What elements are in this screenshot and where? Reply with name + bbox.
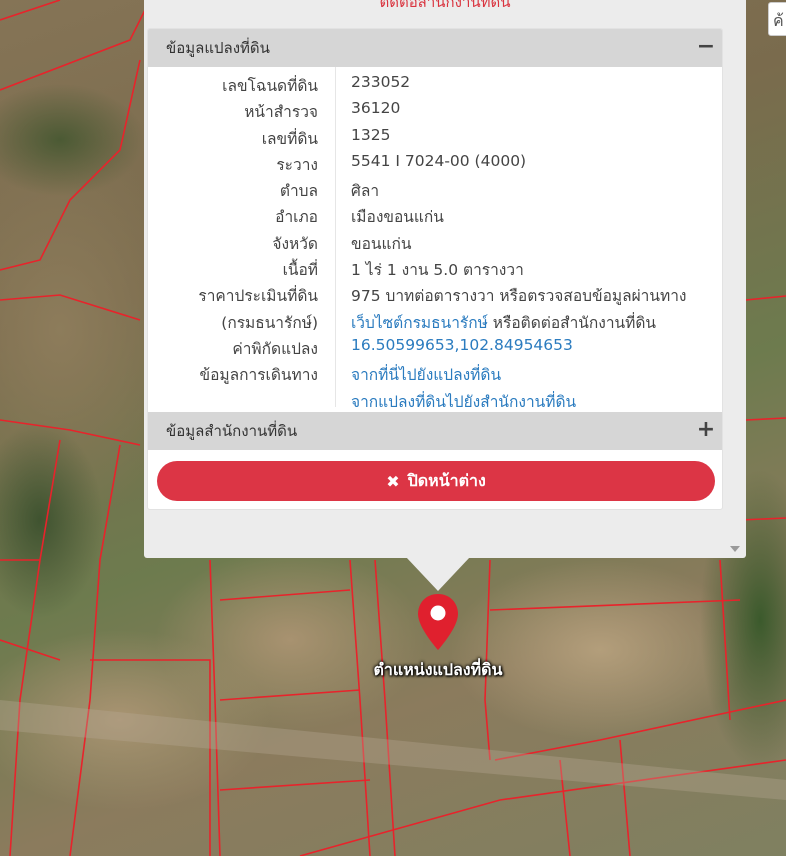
row-label: (กรมธนารักษ์) (221, 313, 318, 332)
row-link[interactable]: 16.50599653,102.84954653 (351, 336, 573, 354)
row-value: 1 ไร่ 1 งาน 5.0 ตารางวา (351, 261, 524, 280)
row-value: เมืองขอนแก่น (351, 208, 444, 227)
search-input-stub[interactable]: ค้ (768, 2, 786, 36)
row-label: ระวาง (276, 155, 318, 174)
close-window-label: ปิดหน้าต่าง (407, 470, 486, 490)
parcel-info-popup: ติดต่อสำนักงานที่ดิน ข้อมูลแปลงที่ดิน − … (144, 0, 746, 558)
row-label: อำเภอ (275, 208, 318, 227)
row-link[interactable]: จากแปลงที่ดินไปยังสำนักงานที่ดิน (351, 393, 576, 411)
row-value: เว็บไซต์กรมธนารักษ์ หรือติดต่อสำนักงานที… (351, 310, 656, 335)
table-row: หน้าสำรวจ 36120 (148, 98, 722, 124)
row-value: 5541 I 7024-00 (4000) (351, 151, 527, 170)
table-row: ข้อมูลการเดินทาง จากที่นี่ไปยังแปลงที่ดิน (148, 361, 722, 387)
section-header-parcel-info[interactable]: ข้อมูลแปลงที่ดิน − (148, 29, 722, 67)
close-icon: ✖ (386, 471, 400, 491)
collapse-icon[interactable]: − (696, 35, 716, 59)
parcel-info-panel: ข้อมูลแปลงที่ดิน − เลขโฉนดที่ดิน 233052 หน… (147, 28, 723, 510)
row-value: 975 บาทต่อตารางวา หรือตรวจสอบข้อมูลผ่านท… (351, 287, 687, 306)
table-row: จากแปลงที่ดินไปยังสำนักงานที่ดิน (148, 388, 722, 414)
row-label: เลขที่ดิน (261, 129, 318, 148)
row-label: หน้าสำรวจ (244, 103, 318, 122)
row-label: ราคาประเมินที่ดิน (198, 287, 318, 306)
table-row: ค่าพิกัดแปลง 16.50599653,102.84954653 (148, 335, 722, 361)
row-value: 16.50599653,102.84954653 (351, 336, 573, 354)
row-label: เนื้อที่ (282, 261, 318, 280)
popup-top-link[interactable]: ติดต่อสำนักงานที่ดิน (144, 0, 746, 14)
section-header-land-office[interactable]: ข้อมูลสำนักงานที่ดิน + (148, 412, 722, 450)
table-row: ราคาประเมินที่ดิน 975 บาทต่อตารางวา หรือต… (148, 282, 722, 308)
row-value: 233052 (351, 73, 411, 91)
expand-icon[interactable]: + (696, 418, 716, 442)
row-value: จากแปลงที่ดินไปยังสำนักงานที่ดิน (351, 389, 576, 414)
table-row: ตำบล ศิลา (148, 177, 722, 203)
row-link[interactable]: จากที่นี่ไปยังแปลงที่ดิน (351, 366, 501, 384)
table-row: เลขที่ดิน 1325 (148, 125, 722, 151)
table-row: อำเภอ เมืองขอนแก่น (148, 203, 722, 229)
row-value: 36120 (351, 99, 401, 118)
close-window-button[interactable]: ✖ ปิดหน้าต่าง (157, 461, 715, 501)
parcel-info-table: เลขโฉนดที่ดิน 233052 หน้าสำรวจ 36120 เลขที่ด… (148, 72, 722, 414)
table-row: ระวาง 5541 I 7024-00 (4000) (148, 151, 722, 177)
row-link[interactable]: เว็บไซต์กรมธนารักษ์ (351, 314, 488, 332)
row-value: จากที่นี่ไปยังแปลงที่ดิน (351, 362, 501, 387)
scroll-down-arrow-icon[interactable] (730, 546, 740, 552)
row-label: เลขโฉนดที่ดิน (222, 77, 318, 95)
row-label: ข้อมูลการเดินทาง (199, 366, 318, 385)
row-value: 1325 (351, 125, 391, 144)
table-row: จังหวัด ขอนแก่น (148, 230, 722, 256)
section-title-parcel-info: ข้อมูลแปลงที่ดิน (166, 39, 270, 57)
table-row: เนื้อที่ 1 ไร่ 1 งาน 5.0 ตารางวา (148, 256, 722, 282)
table-row: (กรมธนารักษ์) เว็บไซต์กรมธนารักษ์ หรือติด… (148, 309, 722, 335)
row-label: จังหวัด (272, 234, 318, 253)
section-title-land-office: ข้อมูลสำนักงานที่ดิน (166, 422, 298, 440)
row-value-suffix: หรือติดต่อสำนักงานที่ดิน (487, 313, 657, 332)
location-pin-icon[interactable] (415, 592, 461, 652)
row-label: ค่าพิกัดแปลง (232, 339, 318, 358)
table-row: เลขโฉนดที่ดิน 233052 (148, 72, 722, 98)
row-value: ศิลา (351, 182, 380, 201)
marker-label: ตำแหน่งแปลงที่ดิน (373, 660, 503, 679)
popup-pointer (406, 557, 470, 591)
row-label: ตำบล (279, 182, 318, 201)
row-value: ขอนแก่น (351, 234, 412, 253)
